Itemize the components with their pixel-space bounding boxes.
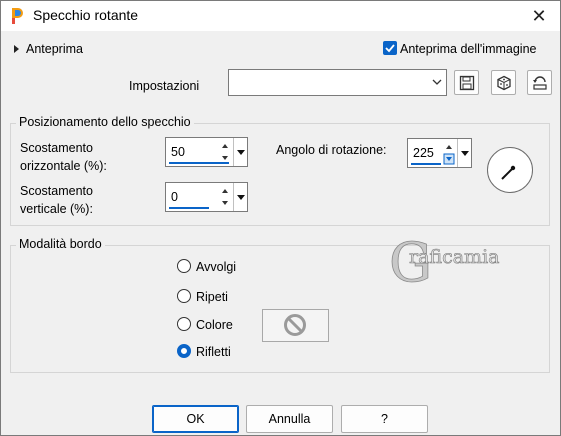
chevron-down-icon (237, 195, 245, 200)
v-offset-dropdown[interactable] (233, 183, 248, 211)
preview-toggle-label[interactable]: Anteprima (26, 42, 83, 56)
settings-label: Impostazioni (129, 79, 200, 93)
close-icon[interactable]: ✕ (528, 5, 550, 27)
rotation-spinner[interactable]: 225 (407, 138, 472, 168)
dice-icon (497, 75, 511, 91)
h-offset-dropdown[interactable] (233, 138, 248, 166)
h-offset-label-line1: Scostamento (20, 141, 93, 155)
mirror-position-title: Posizionamento dello specchio (16, 115, 194, 129)
edge-mode-title: Modalità bordo (16, 237, 105, 251)
spin-arrows-icon[interactable] (219, 139, 231, 165)
edge-color-swatch[interactable] (262, 309, 329, 342)
v-offset-value: 0 (171, 190, 178, 204)
radio-color[interactable] (177, 317, 191, 331)
image-preview-checkbox[interactable] (383, 41, 397, 55)
randomize-button[interactable] (491, 70, 516, 95)
h-offset-label-line2: orizzontale (%): (20, 159, 107, 173)
ok-button[interactable]: OK (152, 405, 239, 433)
radio-wrap[interactable] (177, 259, 191, 273)
spin-arrows-icon[interactable] (219, 184, 231, 210)
rotation-dropdown[interactable] (457, 139, 472, 167)
dial-needle-icon (501, 165, 516, 180)
cancel-button[interactable]: Annulla (246, 405, 333, 433)
watermark-text: raficamia (409, 246, 499, 268)
save-preset-button[interactable] (454, 70, 479, 95)
dialog-window: Specchio rotante ✕ Anteprima Anteprima d… (0, 0, 561, 436)
save-disk-icon (459, 75, 475, 91)
chevron-down-icon (237, 150, 245, 155)
radio-wrap-label[interactable]: Avvolgi (196, 260, 236, 274)
radio-repeat[interactable] (177, 289, 191, 303)
h-offset-value: 50 (171, 145, 185, 159)
v-offset-label-line1: Scostamento (20, 184, 93, 198)
expand-arrow-icon[interactable] (13, 44, 21, 54)
radio-reflect-label[interactable]: Rifletti (196, 345, 231, 359)
title-bar: Specchio rotante ✕ (1, 1, 560, 31)
watermark-logo: G raficamia (389, 231, 500, 293)
spin-arrows-icon[interactable] (443, 140, 455, 166)
rotation-label: Angolo di rotazione: (276, 143, 387, 157)
radio-reflect[interactable] (177, 344, 191, 358)
v-offset-underline (169, 207, 209, 209)
v-offset-spinner[interactable]: 0 (165, 182, 248, 212)
h-offset-spinner[interactable]: 50 (165, 137, 248, 167)
no-color-icon (284, 314, 306, 336)
settings-dropdown[interactable] (228, 69, 447, 96)
window-title: Specchio rotante (33, 7, 139, 23)
rotation-dial[interactable] (487, 147, 533, 193)
reset-defaults-button[interactable] (527, 70, 552, 95)
image-preview-label: Anteprima dell'immagine (400, 42, 537, 56)
rotation-value: 225 (413, 146, 434, 160)
chevron-down-icon (432, 79, 442, 85)
chevron-down-icon (461, 151, 469, 156)
radio-color-label[interactable]: Colore (196, 318, 233, 332)
checkmark-icon (385, 44, 395, 53)
v-offset-label-line2: verticale (%): (20, 202, 93, 216)
radio-repeat-label[interactable]: Ripeti (196, 290, 228, 304)
rotation-underline (411, 163, 441, 165)
help-button[interactable]: ? (341, 405, 428, 433)
app-logo-icon (12, 8, 23, 24)
reset-icon (533, 76, 547, 90)
